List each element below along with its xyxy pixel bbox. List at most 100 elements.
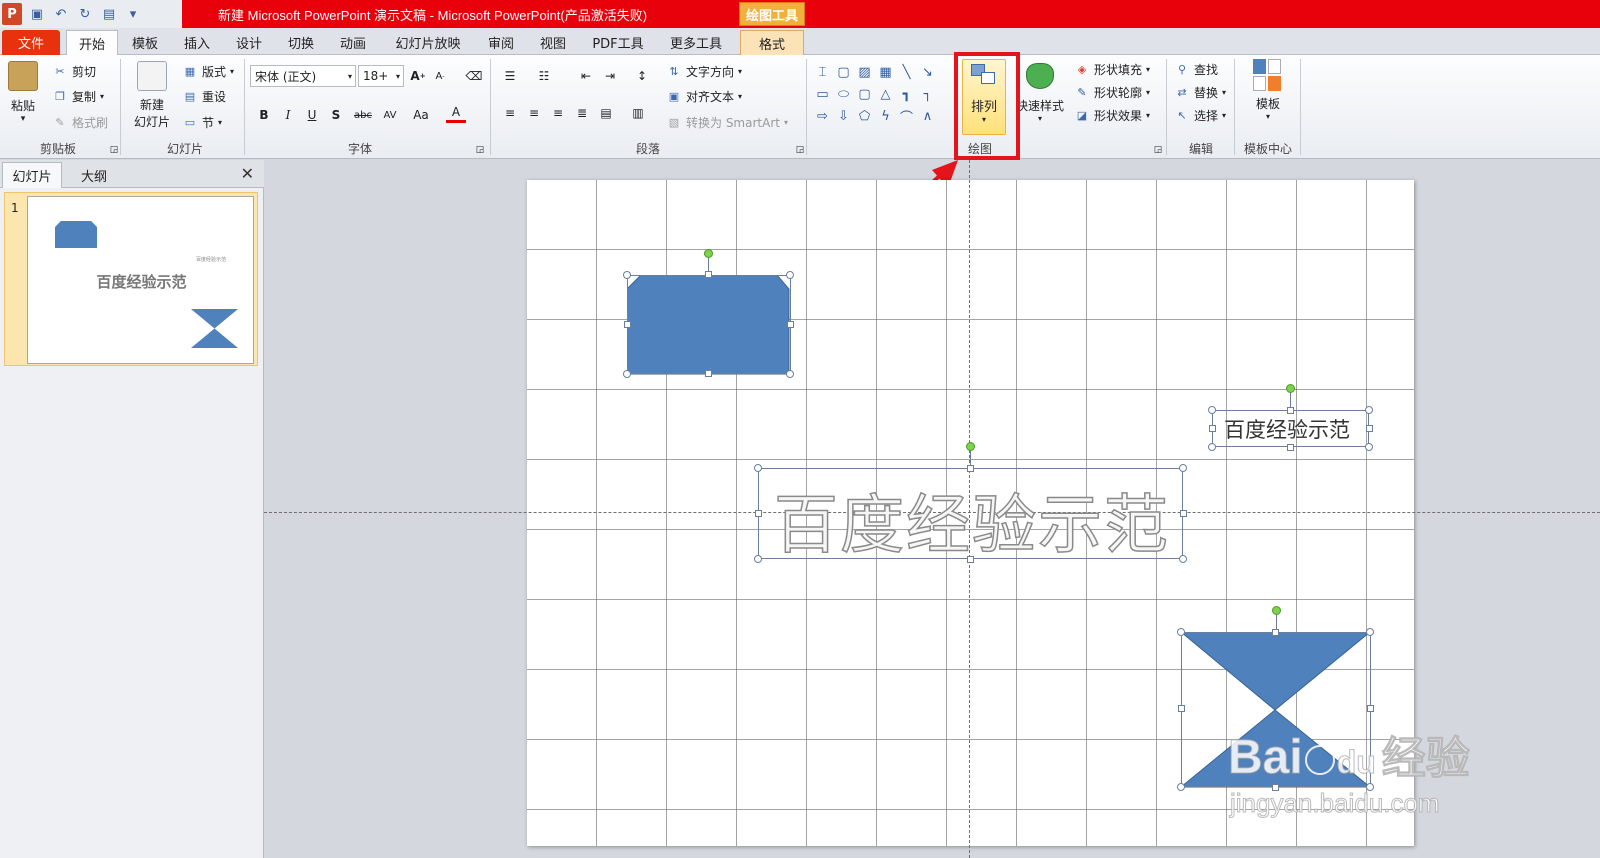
resize-handle[interactable] — [754, 555, 762, 563]
dialog-launcher-icon[interactable]: ◲ — [470, 140, 490, 160]
font-color-button[interactable]: A — [446, 103, 466, 123]
line-shape-icon[interactable]: ╲ — [896, 61, 917, 83]
table-shape-icon[interactable]: ▦ — [875, 61, 896, 83]
resize-handle[interactable] — [1365, 406, 1373, 414]
close-icon[interactable]: ✕ — [241, 164, 254, 183]
align-text-button[interactable]: ▣ 对齐文本 ▾ — [666, 88, 742, 105]
rotation-handle[interactable] — [1272, 606, 1281, 615]
character-spacing-button[interactable]: AV — [378, 105, 402, 125]
tab-transitions[interactable]: 切换 — [278, 30, 324, 55]
tab-pdf-tools[interactable]: PDF工具 — [584, 30, 652, 55]
triangle-shape-icon[interactable]: △ — [875, 83, 896, 105]
resize-handle[interactable] — [786, 370, 794, 378]
resize-handle[interactable] — [787, 321, 794, 328]
reset-button[interactable]: ▤ 重设 — [182, 88, 226, 105]
font-name-select[interactable]: 宋体 (正文) ▾ — [250, 65, 356, 87]
new-slide-icon[interactable]: ▤ — [100, 5, 118, 23]
shape-outline-button[interactable]: ✎ 形状轮廓 ▾ — [1074, 84, 1150, 101]
tab-view[interactable]: 视图 — [530, 30, 576, 55]
underline-button[interactable]: U — [302, 105, 322, 125]
resize-handle[interactable] — [1366, 628, 1374, 636]
font-size-select[interactable]: 18+ ▾ — [358, 65, 404, 87]
tab-slideshow[interactable]: 幻灯片放映 — [388, 30, 468, 55]
arc-shape-icon[interactable]: ∧ — [917, 105, 938, 127]
copy-button[interactable]: ❐ 复制 ▾ — [52, 88, 104, 105]
pentagon-shape-icon[interactable]: ⬠ — [854, 105, 875, 127]
tab-design[interactable]: 设计 — [226, 30, 272, 55]
shadow-button[interactable]: S — [326, 105, 346, 125]
columns-icon[interactable]: ▥ — [628, 103, 648, 123]
bullets-icon[interactable]: ☰ — [500, 66, 520, 86]
find-button[interactable]: ⚲ 查找 — [1174, 61, 1218, 78]
shape-fill-button[interactable]: ◈ 形状填充 ▾ — [1074, 61, 1150, 78]
paste-button[interactable]: 粘贴 ▾ — [8, 61, 38, 124]
resize-handle[interactable] — [1287, 407, 1294, 414]
resize-handle[interactable] — [1179, 464, 1187, 472]
resize-handle[interactable] — [1367, 705, 1374, 712]
tab-templates[interactable]: 模板 — [122, 30, 168, 55]
tab-animations[interactable]: 动画 — [330, 30, 376, 55]
down-arrow-shape-icon[interactable]: ⇩ — [833, 105, 854, 127]
powerpoint-logo-icon[interactable]: P — [2, 3, 22, 25]
tab-home[interactable]: 开始 — [66, 30, 118, 55]
shape-effects-button[interactable]: ◪ 形状效果 ▾ — [1074, 107, 1150, 124]
convert-smartart-button[interactable]: ▧ 转换为 SmartArt ▾ — [666, 114, 788, 131]
resize-handle[interactable] — [1177, 628, 1185, 636]
rotation-handle[interactable] — [704, 249, 713, 258]
resize-handle[interactable] — [1287, 444, 1294, 451]
cut-button[interactable]: ✂ 剪切 — [52, 63, 96, 80]
tab-more-tools[interactable]: 更多工具 — [662, 30, 730, 55]
replace-button[interactable]: ⇄ 替换 ▾ — [1174, 84, 1226, 101]
arrow-line-shape-icon[interactable]: ↘ — [917, 61, 938, 83]
resize-handle[interactable] — [1209, 425, 1216, 432]
resize-handle[interactable] — [1180, 510, 1187, 517]
italic-button[interactable]: I — [278, 105, 298, 125]
line-spacing-icon[interactable]: ↕ — [632, 66, 652, 86]
resize-handle[interactable] — [754, 464, 762, 472]
resize-handle[interactable] — [1177, 783, 1185, 791]
strikethrough-button[interactable]: abc — [350, 105, 376, 125]
text-direction-button[interactable]: ⇅ 文字方向 ▾ — [666, 63, 742, 80]
clear-format-icon[interactable]: ⌫ — [464, 66, 484, 86]
align-center-icon[interactable]: ≡ — [524, 103, 544, 123]
resize-handle[interactable] — [786, 271, 794, 279]
rounded-rectangle-shape-icon[interactable]: ▢ — [854, 83, 875, 105]
tab-slides[interactable]: 幻灯片 — [2, 162, 62, 188]
slide-title-text[interactable]: 百度经验示范 — [773, 474, 1170, 566]
resize-handle[interactable] — [1366, 425, 1373, 432]
shrink-font-icon[interactable]: A- — [430, 66, 450, 86]
tab-insert[interactable]: 插入 — [174, 30, 220, 55]
decrease-indent-icon[interactable]: ⇤ — [576, 66, 596, 86]
resize-handle[interactable] — [1272, 629, 1279, 636]
resize-handle[interactable] — [623, 370, 631, 378]
new-slide-button[interactable]: 新建 幻灯片 — [126, 61, 178, 131]
image-shape-icon[interactable]: ▨ — [854, 61, 875, 83]
resize-handle[interactable] — [705, 370, 712, 377]
tab-format[interactable]: 格式 — [740, 30, 804, 55]
dialog-launcher-icon[interactable]: ◲ — [104, 140, 124, 160]
layout-button[interactable]: ▦ 版式 ▾ — [182, 63, 234, 80]
resize-handle[interactable] — [624, 321, 631, 328]
rotation-handle[interactable] — [1286, 384, 1295, 393]
rectangle-shape-icon[interactable]: ▭ — [812, 83, 833, 105]
rounded-rect-shape-icon[interactable]: ▢ — [833, 61, 854, 83]
template-button[interactable]: 模板 ▾ — [1246, 59, 1290, 121]
align-left-icon[interactable]: ≡ — [500, 103, 520, 123]
distributed-icon[interactable]: ▤ — [596, 103, 616, 123]
lightning-shape-icon[interactable]: ϟ — [875, 105, 896, 127]
shapes-gallery[interactable]: ⌶ ▢ ▨ ▦ ╲ ↘ ▭ ⬭ ▢ △ ┓ ┐ ⇨ ⇩ ⬠ ϟ ⌒ ∧ — [812, 61, 940, 129]
tab-outline[interactable]: 大纲 — [66, 162, 122, 188]
elbow-connector-icon[interactable]: ┓ — [896, 83, 917, 105]
select-button[interactable]: ↖ 选择 ▾ — [1174, 107, 1226, 124]
section-button[interactable]: ▭ 节 ▾ — [182, 114, 222, 131]
resize-handle[interactable] — [967, 556, 974, 563]
increase-indent-icon[interactable]: ⇥ — [600, 66, 620, 86]
oval-shape-icon[interactable]: ⬭ — [833, 83, 854, 105]
slide-thumbnail-selected[interactable]: 1 百度经验示范 百度经验示范 — [4, 192, 258, 366]
rotation-handle[interactable] — [966, 442, 975, 451]
bold-button[interactable]: B — [254, 105, 274, 125]
resize-handle[interactable] — [1365, 443, 1373, 451]
format-painter-button[interactable]: ✎ 格式刷 — [52, 114, 108, 131]
textbox-shape-icon[interactable]: ⌶ — [812, 61, 833, 83]
resize-handle[interactable] — [1208, 443, 1216, 451]
